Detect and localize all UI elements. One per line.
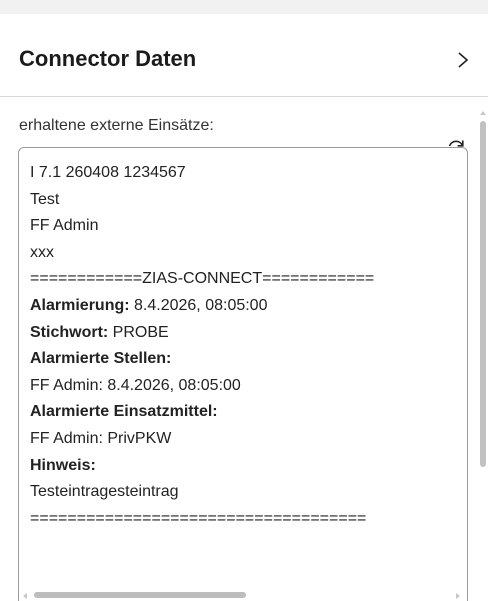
section-label: erhaltene externe Einsätze: — [19, 117, 214, 134]
stellen-value: FF Admin: 8.4.2026, 08:05:00 — [30, 376, 241, 394]
horizontal-scrollbar-thumb[interactable] — [34, 592, 246, 598]
einsatzmittel-label: Alarmierte Einsatzmittel: — [30, 403, 218, 421]
scroll-left-arrow-icon[interactable] — [23, 593, 27, 599]
chevron-right-icon[interactable] — [455, 48, 471, 72]
text-line: FF Admin — [30, 217, 99, 235]
hinweis-label: Hinweis: — [30, 456, 96, 474]
alarmierung-value: 8.4.2026, 08:05:00 — [129, 296, 268, 314]
text-line: xxx — [30, 243, 54, 261]
stichwort-line: Stichwort: PROBE — [30, 320, 467, 347]
stichwort-label: Stichwort: — [30, 323, 109, 341]
alarmierung-label: Alarmierung: — [30, 296, 130, 314]
text-line: I 7.1 260408 1234567 — [30, 164, 186, 181]
vertical-scrollbar-thumb[interactable] — [480, 121, 486, 467]
einsatzmittel-value: FF Admin: PrivPKW — [30, 429, 172, 447]
alarmierung-line: Alarmierung: 8.4.2026, 08:05:00 — [30, 293, 467, 320]
scroll-up-arrow-icon[interactable] — [480, 110, 486, 116]
incident-text-content: I 7.1 260408 1234567 Test FF Admin xxx =… — [30, 160, 467, 532]
panel-header[interactable]: Connector Daten — [0, 14, 488, 97]
separator-line: ============ZIAS-CONNECT============ — [30, 270, 375, 288]
stichwort-value: PROBE — [108, 323, 169, 341]
stellen-label-line: Alarmierte Stellen: — [30, 346, 467, 373]
panel-title: Connector Daten — [19, 46, 197, 71]
scroll-right-arrow-icon[interactable] — [456, 593, 460, 599]
text-line: Test — [30, 190, 60, 208]
stellen-label: Alarmierte Stellen: — [30, 350, 172, 368]
einsatzmittel-label-line: Alarmierte Einsatzmittel: — [30, 399, 467, 426]
footer-separator-line: ==================================== — [30, 509, 367, 527]
hinweis-label-line: Hinweis: — [30, 453, 467, 480]
top-strip — [0, 0, 488, 14]
horizontal-scrollbar[interactable] — [18, 588, 466, 600]
hinweis-value: Testeintragesteintrag — [30, 483, 179, 501]
incident-textarea[interactable]: I 7.1 260408 1234567 Test FF Admin xxx =… — [18, 147, 468, 601]
